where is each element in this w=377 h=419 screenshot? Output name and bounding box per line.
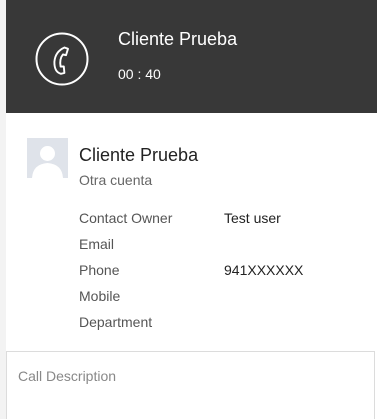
field-label-phone: Phone [79, 262, 120, 278]
call-header: Cliente Prueba 00 : 40 [6, 0, 377, 113]
field-label-mobile: Mobile [79, 288, 121, 304]
contact-account[interactable]: Otra cuenta [79, 172, 152, 188]
contact-name[interactable]: Cliente Prueba [79, 145, 198, 166]
field-value-phone: 941XXXXXX [224, 262, 304, 278]
call-timer: 00 : 40 [118, 66, 161, 82]
call-description-input[interactable] [6, 351, 375, 419]
avatar-placeholder-icon [27, 138, 68, 178]
caller-name: Cliente Prueba [118, 29, 238, 49]
call-panel: Cliente Prueba 00 : 40 Cliente Prueba Ot… [6, 0, 377, 419]
field-label-department: Department [79, 314, 153, 330]
field-value-contact-owner: Test user [224, 210, 281, 226]
field-label-contact-owner: Contact Owner [79, 210, 173, 226]
phone-handset-icon [34, 31, 90, 87]
field-label-email: Email [79, 236, 115, 252]
